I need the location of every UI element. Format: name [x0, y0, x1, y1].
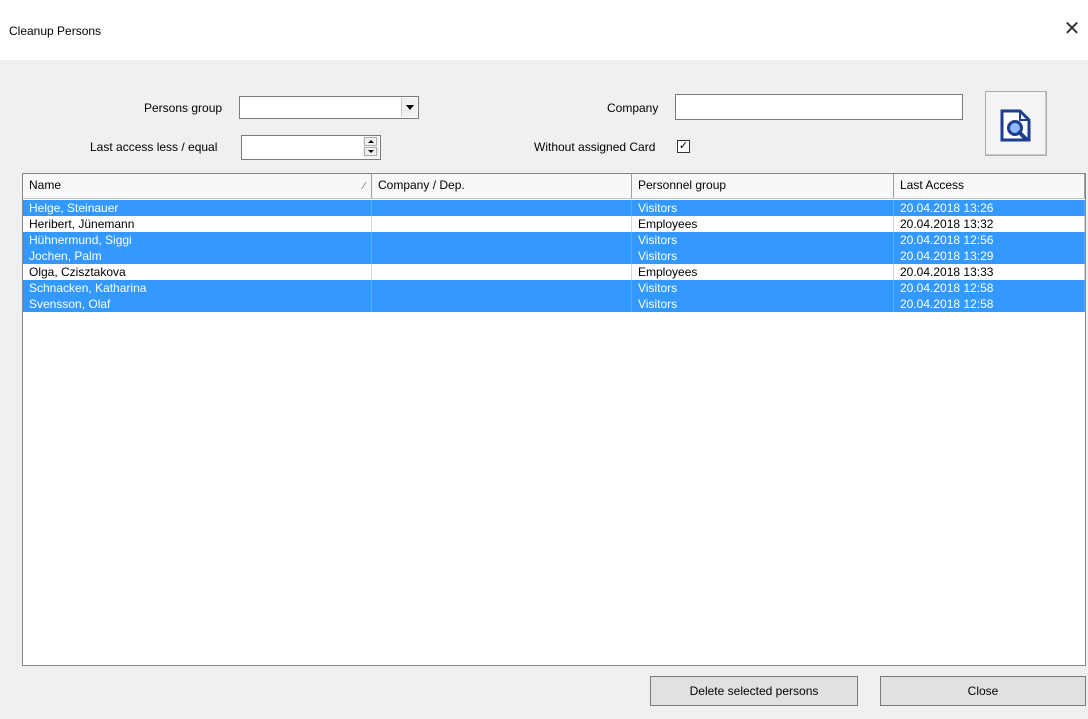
cell-name: Helge, Steinauer [23, 200, 372, 216]
table-header: Name ⁄ Company / Dep. Personnel group La… [23, 174, 1085, 199]
table-row[interactable]: Heribert, Jünemann Employees 20.04.2018 13… [23, 216, 1085, 232]
cell-company [372, 264, 632, 280]
column-header-name[interactable]: Name ⁄ [23, 174, 372, 198]
table-row[interactable]: Jochen, Palm Visitors 20.04.2018 13:29 [23, 248, 1085, 264]
table-row[interactable]: Olga, Czisztakova Employees 20.04.2018 13:… [23, 264, 1085, 280]
persons-group-dropdown[interactable] [239, 96, 419, 119]
persons-group-label: Persons group [144, 101, 223, 115]
chevron-down-icon[interactable] [401, 98, 417, 117]
cell-name: Jochen, Palm [23, 248, 372, 264]
cell-company [372, 232, 632, 248]
close-button[interactable]: Close [880, 676, 1086, 706]
table-row[interactable]: Hühnermund, Siggi Visitors 20.04.2018 12:5… [23, 232, 1085, 248]
cell-last-access: 20.04.2018 13:29 [894, 248, 1085, 264]
cell-group: Visitors [632, 296, 894, 312]
cell-last-access: 20.04.2018 13:33 [894, 264, 1085, 280]
delete-selected-button[interactable]: Delete selected persons [650, 676, 858, 706]
cell-last-access: 20.04.2018 12:56 [894, 232, 1085, 248]
cell-company [372, 280, 632, 296]
spinner-buttons [363, 137, 379, 158]
cell-group: Employees [632, 216, 894, 232]
cell-name: Schnacken, Katharina [23, 280, 372, 296]
cell-name: Olga, Czisztakova [23, 264, 372, 280]
table-row[interactable]: Schnacken, Katharina Visitors 20.04.2018 1… [23, 280, 1085, 296]
cell-company [372, 200, 632, 216]
cell-group: Employees [632, 264, 894, 280]
search-document-icon [1000, 109, 1031, 142]
company-input[interactable] [675, 94, 963, 120]
column-header-label: Last Access [900, 178, 965, 192]
cell-name: Heribert, Jünemann [23, 216, 372, 232]
title-bar: Cleanup Persons ✕ [0, 0, 1088, 60]
cell-last-access: 20.04.2018 13:32 [894, 216, 1085, 232]
sort-indicator-icon: ⁄ [363, 181, 365, 192]
column-header-label: Personnel group [638, 178, 727, 192]
column-header-personnel-group[interactable]: Personnel group [632, 174, 894, 198]
table-row[interactable]: Helge, Steinauer Visitors 20.04.2018 13:26 [23, 200, 1085, 216]
cell-group: Visitors [632, 200, 894, 216]
spin-up-icon[interactable] [364, 137, 377, 146]
column-header-last-access[interactable]: Last Access [894, 174, 1085, 198]
cell-company [372, 248, 632, 264]
cell-last-access: 20.04.2018 12:58 [894, 280, 1085, 296]
cell-last-access: 20.04.2018 13:26 [894, 200, 1085, 216]
last-access-spinner[interactable] [241, 135, 381, 160]
cell-group: Visitors [632, 248, 894, 264]
cell-group: Visitors [632, 280, 894, 296]
close-window-icon[interactable]: ✕ [1060, 17, 1084, 41]
column-header-label: Name [29, 178, 62, 192]
without-card-checkbox[interactable]: ✓ [677, 140, 690, 153]
column-header-label: Company / Dep. [378, 178, 465, 192]
without-card-label: Without assigned Card [534, 140, 656, 154]
cell-last-access: 20.04.2018 12:58 [894, 296, 1085, 312]
cell-name: Svensson, Olaf [23, 296, 372, 312]
company-label: Company [607, 101, 659, 115]
last-access-label: Last access less / equal [90, 140, 218, 154]
spin-down-icon[interactable] [364, 147, 377, 156]
column-header-company[interactable]: Company / Dep. [372, 174, 632, 198]
cell-group: Visitors [632, 232, 894, 248]
cell-company [372, 296, 632, 312]
persons-table[interactable]: Name ⁄ Company / Dep. Personnel group La… [22, 173, 1086, 666]
cell-company [372, 216, 632, 232]
cell-name: Hühnermund, Siggi [23, 232, 372, 248]
table-row[interactable]: Svensson, Olaf Visitors 20.04.2018 12:58 [23, 296, 1085, 312]
search-button[interactable] [985, 91, 1047, 156]
window-title: Cleanup Persons [9, 24, 102, 38]
